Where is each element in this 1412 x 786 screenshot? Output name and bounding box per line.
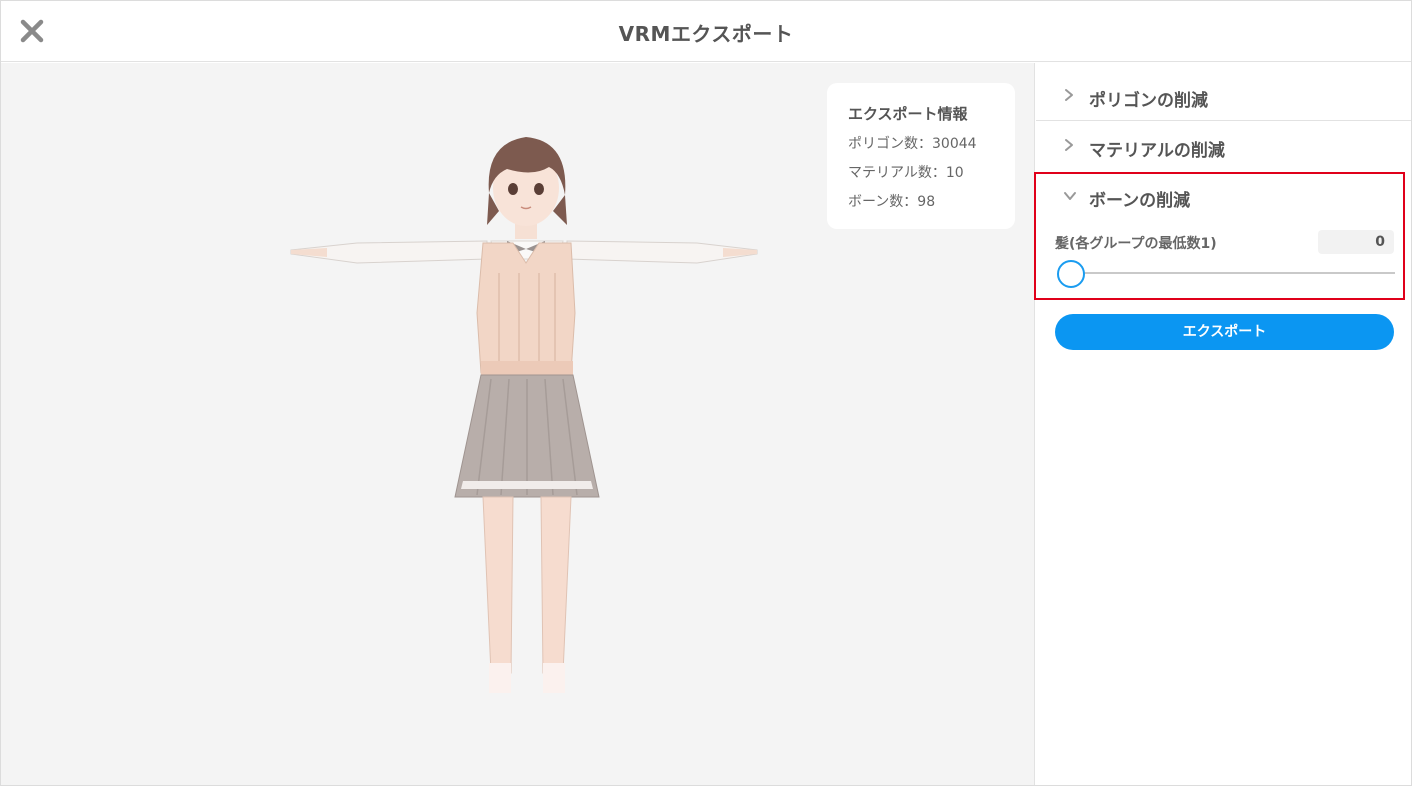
hair-bone-slider-track[interactable] — [1069, 272, 1395, 274]
chevron-down-icon — [1064, 192, 1076, 200]
export-info-card: エクスポート情報 ポリゴン数：30044 マテリアル数：10 ボーン数：98 — [827, 83, 1015, 229]
bone-reduction-header[interactable]: ボーンの削減 — [1036, 174, 1403, 224]
export-dialog: VRMエクスポート エクスポート情報 ポリゴン数：30044 マテリアル数：10… — [0, 0, 1412, 786]
bone-reduction-section: ボーンの削減 髪(各グループの最低数1) 0 — [1034, 172, 1405, 300]
polygon-reduction-section[interactable]: ポリゴンの削減 — [1036, 71, 1411, 121]
hair-bone-slider-thumb[interactable] — [1057, 260, 1085, 288]
hair-bone-value-field[interactable]: 0 — [1318, 230, 1394, 254]
dialog-title: VRMエクスポート — [618, 22, 794, 46]
hair-bone-label: 髪(各グループの最低数1) — [1055, 236, 1217, 252]
bone-reduction-label: ボーンの削減 — [1089, 191, 1191, 211]
avatar-model-preview[interactable] — [287, 133, 767, 693]
bone-count: ボーン数：98 — [848, 194, 936, 210]
polygon-reduction-label: ポリゴンの削減 — [1089, 91, 1208, 111]
export-button[interactable]: エクスポート — [1055, 314, 1394, 350]
chevron-right-icon — [1065, 89, 1073, 101]
material-count: マテリアル数：10 — [848, 165, 964, 181]
dialog-header: VRMエクスポート — [1, 1, 1411, 62]
material-reduction-label: マテリアルの削減 — [1089, 141, 1225, 161]
chevron-right-icon — [1065, 139, 1073, 151]
model-preview-viewport[interactable]: エクスポート情報 ポリゴン数：30044 マテリアル数：10 ボーン数：98 — [1, 63, 1035, 785]
material-reduction-section[interactable]: マテリアルの削減 — [1036, 121, 1411, 171]
export-info-title: エクスポート情報 — [848, 105, 968, 123]
polygon-count: ポリゴン数：30044 — [848, 136, 977, 152]
